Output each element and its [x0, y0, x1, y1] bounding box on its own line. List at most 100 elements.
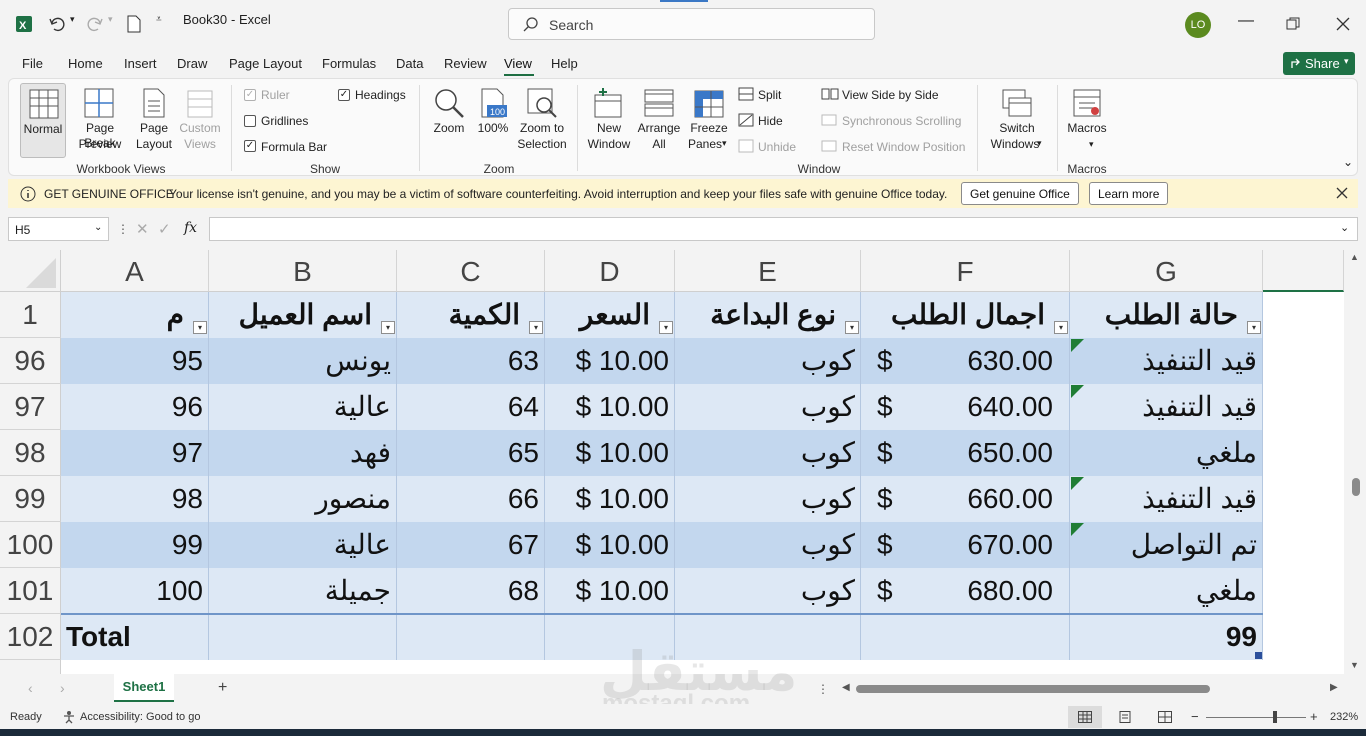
table-cell[interactable]: عالية	[209, 384, 397, 430]
table-cell[interactable]: 97	[61, 430, 209, 476]
hide-icon[interactable]	[738, 113, 754, 127]
tab-data[interactable]: Data	[396, 56, 423, 71]
table-cell[interactable]: $ 10.00	[545, 430, 675, 476]
error-indicator-icon[interactable]	[1071, 339, 1084, 352]
row-header[interactable]: 98	[0, 430, 61, 476]
expand-formula-icon[interactable]: ⌄	[1340, 221, 1349, 234]
redo-dropdown-icon[interactable]: ▾	[108, 14, 113, 25]
table-header-cell[interactable]: اسم العميل	[209, 292, 397, 338]
side-by-side-icon[interactable]	[821, 87, 839, 101]
table-resize-handle[interactable]	[1255, 652, 1262, 659]
table-cell[interactable]: $ 10.00	[545, 338, 675, 384]
restore-icon[interactable]	[1286, 17, 1300, 31]
new-window-button[interactable]: New Window	[583, 83, 635, 158]
enter-icon[interactable]: ✓	[158, 220, 171, 238]
table-cell[interactable]: جميلة	[209, 568, 397, 614]
macros-button[interactable]: Macros	[1063, 83, 1111, 143]
collapse-ribbon-icon[interactable]: ⌄	[1343, 155, 1353, 169]
filter-dropdown-icon[interactable]: ▾	[1247, 321, 1261, 334]
row-header[interactable]: 101	[0, 568, 61, 614]
error-indicator-icon[interactable]	[1071, 523, 1084, 536]
column-header-e[interactable]: E	[675, 250, 861, 292]
cancel-icon[interactable]: ✕	[136, 220, 149, 238]
table-header-cell[interactable]: م	[61, 292, 209, 338]
get-genuine-button[interactable]: Get genuine Office	[961, 182, 1079, 205]
table-cell[interactable]: 67	[397, 522, 545, 568]
column-header-a[interactable]: A	[61, 250, 209, 292]
zoom-slider-track[interactable]	[1206, 717, 1306, 718]
name-box-chevron-icon[interactable]: ⌄	[94, 222, 102, 233]
table-cell[interactable]: ملغي	[1070, 430, 1263, 476]
tab-page-layout[interactable]: Page Layout	[229, 56, 302, 71]
arrange-all-button[interactable]: Arrange All	[635, 83, 683, 158]
row-header[interactable]: 102	[0, 614, 61, 660]
custom-views-button[interactable]: Custom Views	[175, 83, 225, 158]
table-cell[interactable]: 96	[61, 384, 209, 430]
next-sheet-icon[interactable]: ›	[60, 680, 65, 696]
zoom-out-icon[interactable]: −	[1191, 709, 1199, 724]
switch-windows-button[interactable]: Switch Windows ▾	[991, 83, 1042, 158]
table-cell[interactable]: قيد التنفيذ	[1070, 384, 1263, 430]
tab-draw[interactable]: Draw	[177, 56, 207, 71]
row-header[interactable]: 97	[0, 384, 61, 430]
table-cell[interactable]: 65	[397, 430, 545, 476]
zoom-button[interactable]: Zoom	[427, 83, 471, 143]
gridlines-checkbox[interactable]	[244, 115, 256, 127]
scroll-up-icon[interactable]: ▲	[1350, 252, 1359, 262]
close-infobar-icon[interactable]	[1336, 187, 1348, 199]
undo-icon[interactable]	[48, 15, 66, 33]
unhide-label[interactable]: Unhide	[758, 140, 796, 155]
normal-view-button[interactable]: Normal	[20, 83, 66, 158]
name-box[interactable]: H5 ⌄	[8, 217, 109, 241]
column-header-h[interactable]	[1263, 250, 1344, 292]
ruler-checkbox[interactable]: ✓	[244, 89, 256, 101]
column-header-d[interactable]: D	[545, 250, 675, 292]
tab-formulas[interactable]: Formulas	[322, 56, 376, 71]
total-cell[interactable]	[209, 614, 397, 660]
page-layout-status-icon[interactable]	[1118, 711, 1132, 723]
table-cell[interactable]: $680.00	[861, 568, 1070, 614]
table-cell[interactable]: عالية	[209, 522, 397, 568]
column-header-g[interactable]: G	[1070, 250, 1263, 292]
tab-view[interactable]: View	[504, 56, 532, 71]
select-all-corner[interactable]	[0, 250, 61, 292]
hide-label[interactable]: Hide	[758, 114, 783, 129]
insert-function-icon[interactable]: fx	[184, 220, 197, 236]
table-cell[interactable]: كوب	[675, 430, 861, 476]
prev-sheet-icon[interactable]: ‹	[28, 680, 33, 696]
table-cell[interactable]: $ 10.00	[545, 522, 675, 568]
freeze-panes-button[interactable]: Freeze Panes ▾	[685, 83, 733, 158]
side-by-side-label[interactable]: View Side by Side	[842, 88, 939, 103]
table-cell[interactable]: $ 10.00	[545, 476, 675, 522]
avatar[interactable]: LO	[1185, 12, 1211, 38]
total-cell[interactable]	[397, 614, 545, 660]
table-header-cell[interactable]: حالة الطلب	[1070, 292, 1263, 338]
zoom-slider-thumb[interactable]	[1273, 711, 1277, 723]
table-cell[interactable]: كوب	[675, 338, 861, 384]
more-options-icon[interactable]: ⋮	[117, 222, 129, 236]
column-header-c[interactable]: C	[397, 250, 545, 292]
filter-dropdown-icon[interactable]: ▾	[381, 321, 395, 334]
reset-position-icon[interactable]	[821, 139, 839, 153]
row-header[interactable]: 99	[0, 476, 61, 522]
table-cell[interactable]: $640.00	[861, 384, 1070, 430]
table-cell[interactable]: 95	[61, 338, 209, 384]
tab-home[interactable]: Home	[68, 56, 103, 71]
tab-splitter-icon[interactable]: ⋮	[817, 682, 829, 696]
headings-checkbox[interactable]: ✓	[338, 89, 350, 101]
formula-bar-checkbox[interactable]: ✓	[244, 140, 256, 152]
table-cell[interactable]: 68	[397, 568, 545, 614]
customize-qat-icon[interactable]: ⩡	[156, 14, 162, 25]
page-break-status-icon[interactable]	[1158, 711, 1172, 723]
filter-dropdown-icon[interactable]: ▾	[1054, 321, 1068, 334]
worksheet-grid[interactable]: A B C D E F G 1 م ▾ اسم العميل ▾ الكمية ▾ السعر…	[0, 250, 1344, 674]
table-cell[interactable]: 99	[61, 522, 209, 568]
table-cell[interactable]: 98	[61, 476, 209, 522]
table-cell[interactable]: $ 10.00	[545, 384, 675, 430]
add-sheet-icon[interactable]: +	[218, 679, 227, 697]
status-accessibility[interactable]: Accessibility: Good to go	[80, 711, 200, 723]
table-header-cell[interactable]: نوع البداعة	[675, 292, 861, 338]
filter-dropdown-icon[interactable]: ▾	[659, 321, 673, 334]
redo-icon[interactable]	[86, 15, 104, 33]
table-header-cell[interactable]: الكمية	[397, 292, 545, 338]
